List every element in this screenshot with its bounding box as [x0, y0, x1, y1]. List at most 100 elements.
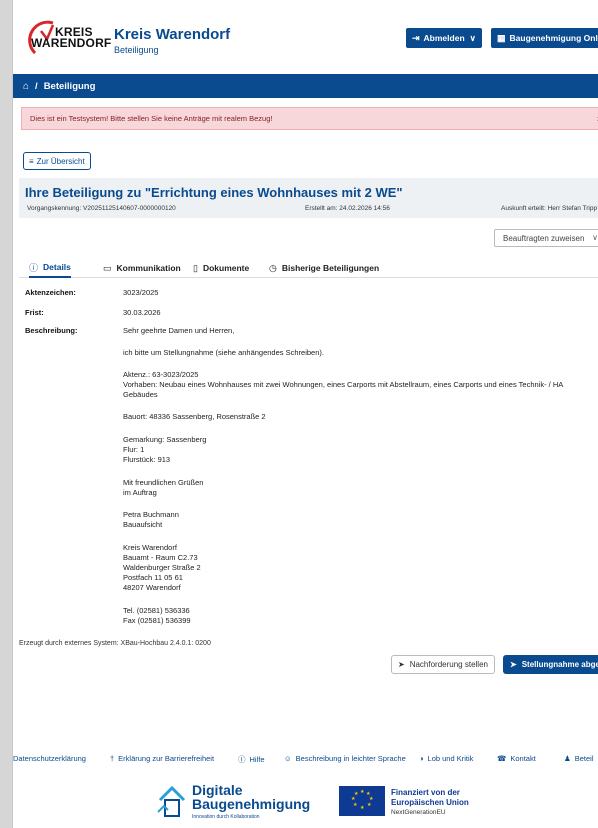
logout-label: Abmelden — [423, 33, 465, 43]
site-header: KREIS WARENDORF Kreis Warendorf Beteilig… — [13, 0, 598, 74]
list-icon: ≡ — [29, 156, 34, 166]
svg-text:★: ★ — [353, 802, 358, 808]
detail-tabs: ⓘ Details ▭ Kommunikation ▯ Dokumente ◷ … — [19, 258, 598, 278]
tab-details[interactable]: ⓘ Details — [29, 258, 71, 278]
tab-kommunikation[interactable]: ▭ Kommunikation — [103, 258, 181, 278]
description-line: Postfach 11 05 61 — [123, 573, 183, 582]
assign-delegate-select[interactable]: Beauftragten zuweisen ∨ — [494, 229, 598, 247]
footer-link-lob-kritik[interactable]: ◑ Lob und Kritik — [419, 754, 473, 763]
footer-links: Datenschutzerklärung † Erklärung zur Bar… — [13, 754, 598, 768]
description-line: Aktenz.: 63-3023/2025 — [123, 370, 199, 379]
help-icon: Ⓘ — [238, 755, 246, 764]
eu-funding-line2: Europäischen Union — [391, 798, 469, 807]
contact-person: Auskunft erteilt: Herr Stefan Tripp — [501, 205, 598, 212]
chevron-down-icon: ∨ — [592, 233, 598, 242]
description-line: Kreis Warendorf — [123, 543, 177, 552]
alert-text: Dies ist ein Testsystem! Bitte stellen S… — [30, 114, 273, 123]
description-line: Flur: 1 — [123, 445, 145, 454]
db-logo-line3: Innovation durch Kollaboration — [192, 814, 260, 820]
tab-bisherige-beteiligungen-label: Bisherige Beteiligungen — [281, 263, 380, 273]
tab-bisherige-beteiligungen[interactable]: ◷ Bisherige Beteiligungen — [269, 258, 379, 278]
footer-link-label: Beschreibung in leichter Sprache — [295, 754, 406, 763]
send-icon: ➤ — [398, 660, 405, 669]
request-additional-info-button[interactable]: ➤ Nachforderung stellen — [391, 655, 495, 674]
procedure-id: Vorgangskennung: V20251125140607-0000000… — [27, 205, 176, 212]
app-canvas: KREIS WARENDORF Kreis Warendorf Beteilig… — [12, 0, 598, 828]
description-line: Mit freundlichen Grüßen — [123, 478, 204, 487]
request-additional-info-label: Nachforderung stellen — [409, 660, 488, 669]
description-line: Gemarkung: Sassenberg — [123, 435, 207, 444]
frist-label: Frist: — [25, 308, 44, 317]
beschreibung-label: Beschreibung: — [25, 326, 78, 335]
description-line: Fax (02581) 536399 — [123, 616, 191, 625]
description-line: Bauort: 48336 Sassenberg, Rosenstraße 2 — [123, 412, 266, 421]
description-line: Gebäudes — [123, 390, 158, 399]
eu-stars-icon: ★ ★★ ★★★ ★★ — [351, 789, 374, 811]
digitale-baugenehmigung-logo: Digitale Baugenehmigung Innovation durch… — [154, 782, 324, 824]
chat-icon: ▭ — [103, 262, 112, 273]
footer-link-label: Datenschutzerklärung — [13, 754, 86, 763]
tab-dokumente[interactable]: ▯ Dokumente — [193, 258, 249, 278]
description-line: Petra Buchmann — [123, 510, 179, 519]
db-logo-line2: Baugenehmigung — [192, 796, 311, 812]
back-to-overview-label: Zur Übersicht — [36, 156, 85, 166]
document-icon: ▯ — [193, 262, 198, 273]
submit-statement-label: Stellungnahme abgeben — [521, 660, 598, 669]
description-line: ich bitte um Stellungnahme (siehe anhäng… — [123, 348, 324, 357]
footer-link-beteiligung[interactable]: ♟ Beteil — [564, 754, 594, 763]
brand-subtitle: Beteiligung — [114, 45, 159, 55]
history-icon: ◷ — [269, 262, 277, 273]
tab-kommunikation-label: Kommunikation — [116, 263, 181, 273]
description-line: 48207 Warendorf — [123, 583, 181, 592]
aktenzeichen-label: Aktenzeichen: — [25, 288, 76, 297]
phone-icon: ☎ — [497, 754, 507, 763]
footer-link-label: Beteil — [574, 754, 594, 763]
footer-link-label: Erklärung zur Barrierefreiheit — [118, 754, 215, 763]
svg-text:★: ★ — [367, 802, 372, 808]
breadcrumb-separator: / — [35, 80, 38, 92]
brand-name[interactable]: Kreis Warendorf — [114, 26, 230, 43]
page-title: Ihre Beteiligung zu "Errichtung eines Wo… — [25, 185, 403, 200]
feedback-icon: ◑ — [419, 754, 424, 763]
svg-text:★: ★ — [360, 789, 365, 795]
user-icon: ♟ — [564, 754, 571, 763]
eu-funding-line1: Finanziert von der — [391, 788, 460, 797]
description-line: Waldenburger Straße 2 — [123, 563, 201, 572]
eu-flag-icon: ★ ★ ★ ★ ★ ★ ★ ★ — [339, 786, 385, 816]
frist-value: 30.03.2026 — [123, 308, 161, 317]
footer-link-label: Hilfe — [249, 755, 265, 764]
smile-icon: ☺ — [284, 754, 292, 763]
submit-statement-button[interactable]: ➤ Stellungnahme abgeben — [503, 655, 598, 674]
footer-link-leichte-sprache[interactable]: ☺ Beschreibung in leichter Sprache — [284, 754, 406, 763]
baugenehmigung-online-label: Baugenehmigung Online — [509, 33, 598, 43]
back-to-overview-button[interactable]: ≡ Zur Übersicht — [23, 152, 91, 170]
created-date: Erstellt am: 24.02.2026 14:56 — [305, 205, 390, 212]
description-line: Bauamt - Raum C2.73 — [123, 553, 198, 562]
description-line: Vorhaben: Neubau eines Wohnhauses mit zw… — [123, 380, 564, 389]
logout-button[interactable]: ⇥ Abmelden ∨ — [406, 28, 482, 48]
footer-link-datenschutz[interactable]: Datenschutzerklärung — [13, 754, 86, 763]
house-hand-icon — [157, 785, 186, 817]
footer-link-kontakt[interactable]: ☎ Kontakt — [497, 754, 536, 763]
eu-funding-line3: NextGenerationEU — [391, 809, 446, 816]
info-icon: ⓘ — [29, 262, 39, 273]
home-icon[interactable]: ⌂ — [23, 81, 29, 92]
tab-dokumente-label: Dokumente — [202, 263, 250, 273]
description-line: Bauaufsicht — [123, 520, 163, 529]
svg-text:★: ★ — [354, 791, 359, 797]
description-line: Tel. (02581) 536336 — [123, 606, 190, 615]
footer-link-hilfe[interactable]: Ⓘ Hilfe — [238, 754, 265, 765]
baugenehmigung-online-button[interactable]: ▦ Baugenehmigung Online — [491, 28, 598, 48]
tab-details-label: Details — [43, 262, 71, 272]
generated-by-note: Erzeugt durch externes System: XBau-Hoch… — [19, 640, 211, 647]
logo-line2: WARENDORF — [31, 36, 112, 50]
footer-link-barrierefreiheit[interactable]: † Erklärung zur Barrierefreiheit — [110, 754, 214, 763]
accessibility-icon: † — [110, 754, 115, 763]
procedure-header: Ihre Beteiligung zu "Errichtung eines Wo… — [19, 178, 598, 218]
kreis-warendorf-logo[interactable]: KREIS WARENDORF — [25, 17, 112, 59]
test-system-alert: Dies ist ein Testsystem! Bitte stellen S… — [21, 107, 598, 130]
breadcrumb: ⌂ / Beteiligung — [13, 74, 598, 98]
chevron-down-icon: ∨ — [469, 32, 476, 43]
footer-link-label: Kontakt — [510, 754, 536, 763]
page: KREIS WARENDORF Kreis Warendorf Beteilig… — [0, 0, 598, 828]
